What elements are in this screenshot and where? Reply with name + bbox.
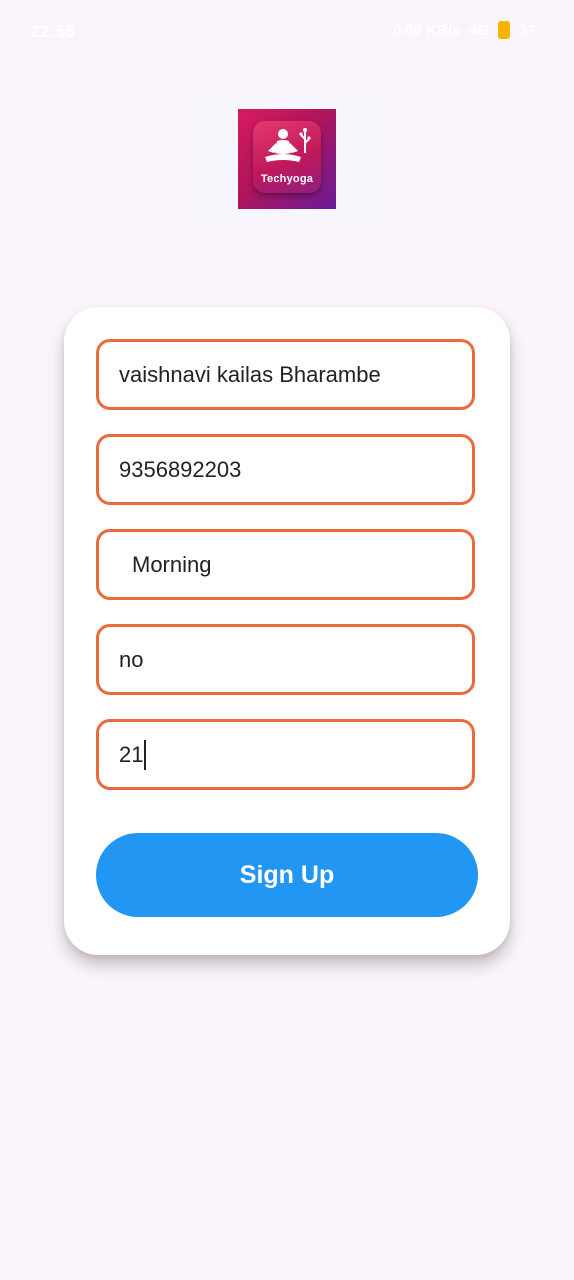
phone-field[interactable]: 9356892203 [96, 434, 475, 505]
age-value: 21 [119, 741, 144, 767]
name-value: vaishnavi kailas Bharambe [119, 361, 381, 387]
status-time: 22:55 [30, 22, 76, 41]
signup-card: vaishnavi kailas Bharambe 9356892203 Mor… [64, 307, 510, 955]
session-time-field[interactable]: Morning [96, 529, 475, 600]
age-field[interactable]: 21 [96, 719, 475, 790]
signup-button[interactable]: Sign Up [96, 833, 478, 917]
app-logo: Techyoga [238, 109, 336, 209]
battery-icon [498, 21, 511, 39]
yoga-figure-icon [265, 128, 311, 162]
logo-badge: Techyoga [253, 121, 321, 193]
signal-icon: 4G [469, 21, 490, 39]
health-issue-field[interactable]: no [96, 624, 475, 695]
network-speed: 0.00 KB/s [392, 21, 461, 39]
name-field[interactable]: vaishnavi kailas Bharambe [96, 339, 475, 410]
logo-text: Techyoga [260, 173, 314, 185]
status-bar: 22:55 0.00 KB/s 4G 37 [0, 0, 574, 64]
session-time-value: Morning [132, 551, 212, 577]
logo-container: Techyoga [192, 96, 383, 223]
text-cursor [144, 739, 147, 770]
health-issue-value: no [119, 646, 144, 672]
status-icons: 0.00 KB/s 4G 37 [393, 21, 536, 39]
battery-level: 37 [519, 21, 536, 39]
phone-value: 9356892203 [119, 456, 242, 482]
